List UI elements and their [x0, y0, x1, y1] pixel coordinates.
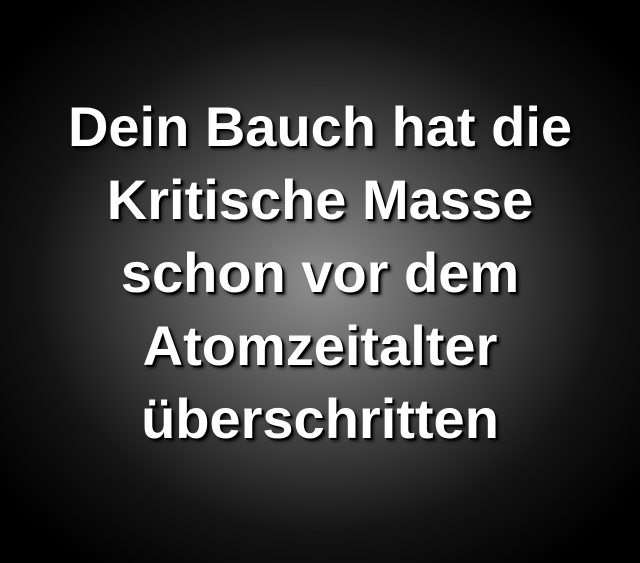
caption-line-3: schon vor dem — [120, 241, 520, 304]
meme-canvas: Dein Bauch hat die Kritische Masse schon… — [0, 0, 640, 563]
caption-line-2: Kritische Masse — [106, 168, 534, 231]
caption-text: Dein Bauch hat die Kritische Masse schon… — [10, 90, 630, 455]
caption-line-4: Atomzeitalter — [142, 314, 498, 377]
caption-line-1: Dein Bauch hat die — [67, 95, 573, 158]
caption-line-5: überschritten — [141, 387, 499, 450]
